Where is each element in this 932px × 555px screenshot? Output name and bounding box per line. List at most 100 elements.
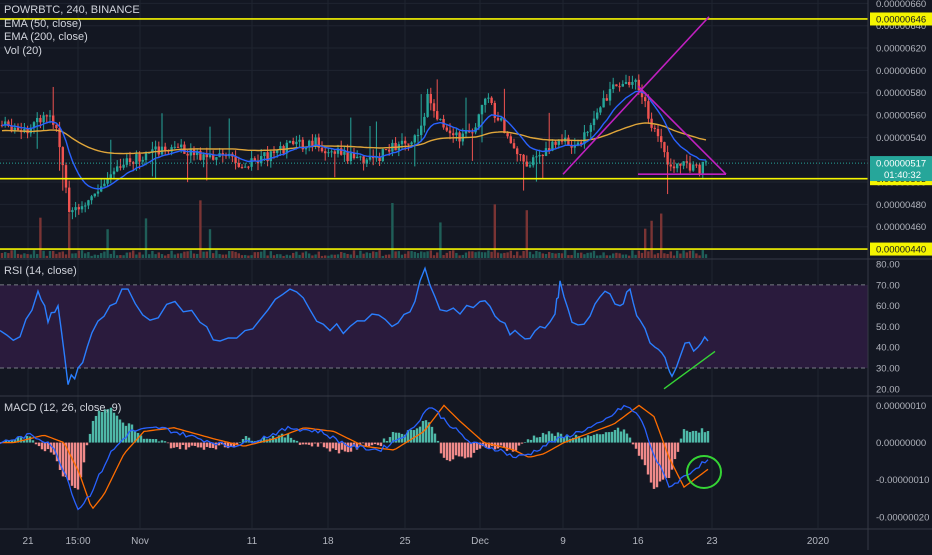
- macd-histogram-bar: [175, 442, 179, 448]
- candle-body: [605, 98, 608, 101]
- candle-body: [448, 130, 452, 134]
- ema50-legend[interactable]: EMA (50, close): [4, 18, 140, 32]
- volume-bar: [615, 252, 618, 258]
- volume-bar: [327, 255, 330, 258]
- candle-body: [237, 162, 240, 167]
- volume-bar: [532, 254, 535, 258]
- candle-body: [608, 89, 612, 101]
- macd-histogram-bar: [94, 415, 98, 443]
- macd-histogram-bar: [178, 442, 182, 450]
- candle-body: [647, 101, 650, 119]
- volume-bar: [68, 213, 71, 258]
- volume-bar: [676, 250, 679, 258]
- macd-histogram-bar: [523, 442, 527, 443]
- volume-bar: [247, 255, 250, 258]
- macd-histogram-bar: [457, 442, 461, 457]
- volume-legend[interactable]: Vol (20): [4, 45, 140, 59]
- candle-body: [45, 115, 48, 117]
- candle-body: [346, 151, 349, 162]
- macd-histogram-bar: [142, 438, 146, 443]
- volume-bar: [397, 251, 400, 258]
- candle-body: [426, 94, 429, 117]
- macd-histogram-bar: [685, 430, 689, 443]
- price-axis[interactable]: 0.000006600.000006400.000006200.00000600…: [870, 0, 932, 523]
- volume-bar: [36, 254, 39, 258]
- volume-bar: [381, 255, 384, 258]
- symbol-title[interactable]: POWRBTC, 240, BINANCE: [4, 4, 140, 18]
- volume-bar: [164, 255, 167, 258]
- volume-bar: [474, 252, 477, 258]
- volume-bar: [541, 253, 544, 258]
- volume-bar: [228, 251, 231, 258]
- volume-bar: [525, 210, 528, 258]
- macd-histogram-bar: [541, 432, 545, 443]
- candle-body: [327, 152, 330, 154]
- volume-bar: [256, 252, 260, 258]
- macd-histogram-bar: [682, 429, 686, 443]
- volume-bar: [260, 251, 263, 258]
- candle-body: [624, 81, 628, 84]
- candle-body: [119, 166, 122, 168]
- time-tick: 2020: [807, 536, 830, 547]
- candle-body: [240, 166, 244, 168]
- candle-body: [602, 98, 605, 108]
- volume-bar: [429, 250, 432, 258]
- time-axis[interactable]: 21 15:00 Nov 11 18 25 Dec 9 16 23 2020: [22, 536, 829, 547]
- macd-histogram-bar: [124, 425, 128, 443]
- volume-bar: [592, 250, 596, 258]
- volume-bar: [394, 251, 397, 258]
- rsi-legend[interactable]: RSI (14, close): [4, 265, 77, 277]
- macd-histogram-bar: [589, 436, 593, 443]
- macd-histogram-bar: [91, 420, 95, 443]
- time-tick: 9: [560, 536, 566, 547]
- macd-histogram-bar: [397, 432, 401, 443]
- macd-histogram-bar: [508, 442, 512, 449]
- volume-bar: [154, 254, 157, 258]
- volume-bar: [599, 255, 602, 258]
- macd-histogram-bar: [196, 442, 200, 448]
- macd-histogram-bar: [445, 442, 449, 461]
- volume-bar: [106, 229, 109, 258]
- macd-histogram-bar: [505, 442, 509, 451]
- macd-histogram-bar: [439, 442, 443, 454]
- volume-bar: [480, 252, 484, 258]
- chart-svg[interactable]: 0.000006600.000006400.000006200.00000600…: [0, 0, 932, 550]
- macd-histogram-bar: [604, 432, 608, 443]
- volume-bar: [618, 253, 621, 258]
- candle-body: [80, 206, 84, 210]
- volume-bar: [279, 254, 282, 258]
- grid-lines: [0, 0, 868, 528]
- volume-bar: [42, 250, 45, 258]
- macd-histogram-bar: [625, 433, 629, 443]
- volume-bar: [23, 253, 26, 258]
- volume-bar: [61, 251, 64, 258]
- macd-histogram-bar: [697, 432, 701, 443]
- volume-bar: [173, 254, 176, 258]
- volume-bar: [500, 253, 503, 258]
- candle-body: [631, 81, 634, 85]
- rsi-band-fill: [0, 284, 868, 368]
- macd-histogram-bar: [598, 434, 602, 443]
- macd-histogram-bar: [412, 430, 416, 443]
- volume-bar: [186, 251, 189, 258]
- macd-histogram-bar: [499, 442, 503, 446]
- candle-body: [400, 140, 404, 145]
- macd-legend[interactable]: MACD (12, 26, close, 9): [4, 402, 121, 414]
- volume-bar: [432, 255, 436, 258]
- volume-bar: [240, 255, 244, 258]
- macd-histogram-bar: [301, 442, 305, 445]
- macd-histogram-bar: [451, 442, 455, 460]
- volume-bar: [685, 252, 688, 258]
- macd-histogram-bar: [85, 442, 89, 446]
- rsi-tick: 20.00: [876, 384, 900, 395]
- macd-histogram-bar: [619, 431, 623, 443]
- candle-body: [74, 207, 77, 211]
- volume-bar: [288, 255, 292, 258]
- volume-bar: [250, 255, 253, 258]
- candle-body: [496, 117, 500, 121]
- volume-bar: [692, 250, 695, 258]
- ema200-legend[interactable]: EMA (200, close): [4, 31, 140, 45]
- rsi-tick: 60.00: [876, 301, 900, 312]
- candle-body: [480, 104, 484, 115]
- candle-body: [528, 165, 532, 167]
